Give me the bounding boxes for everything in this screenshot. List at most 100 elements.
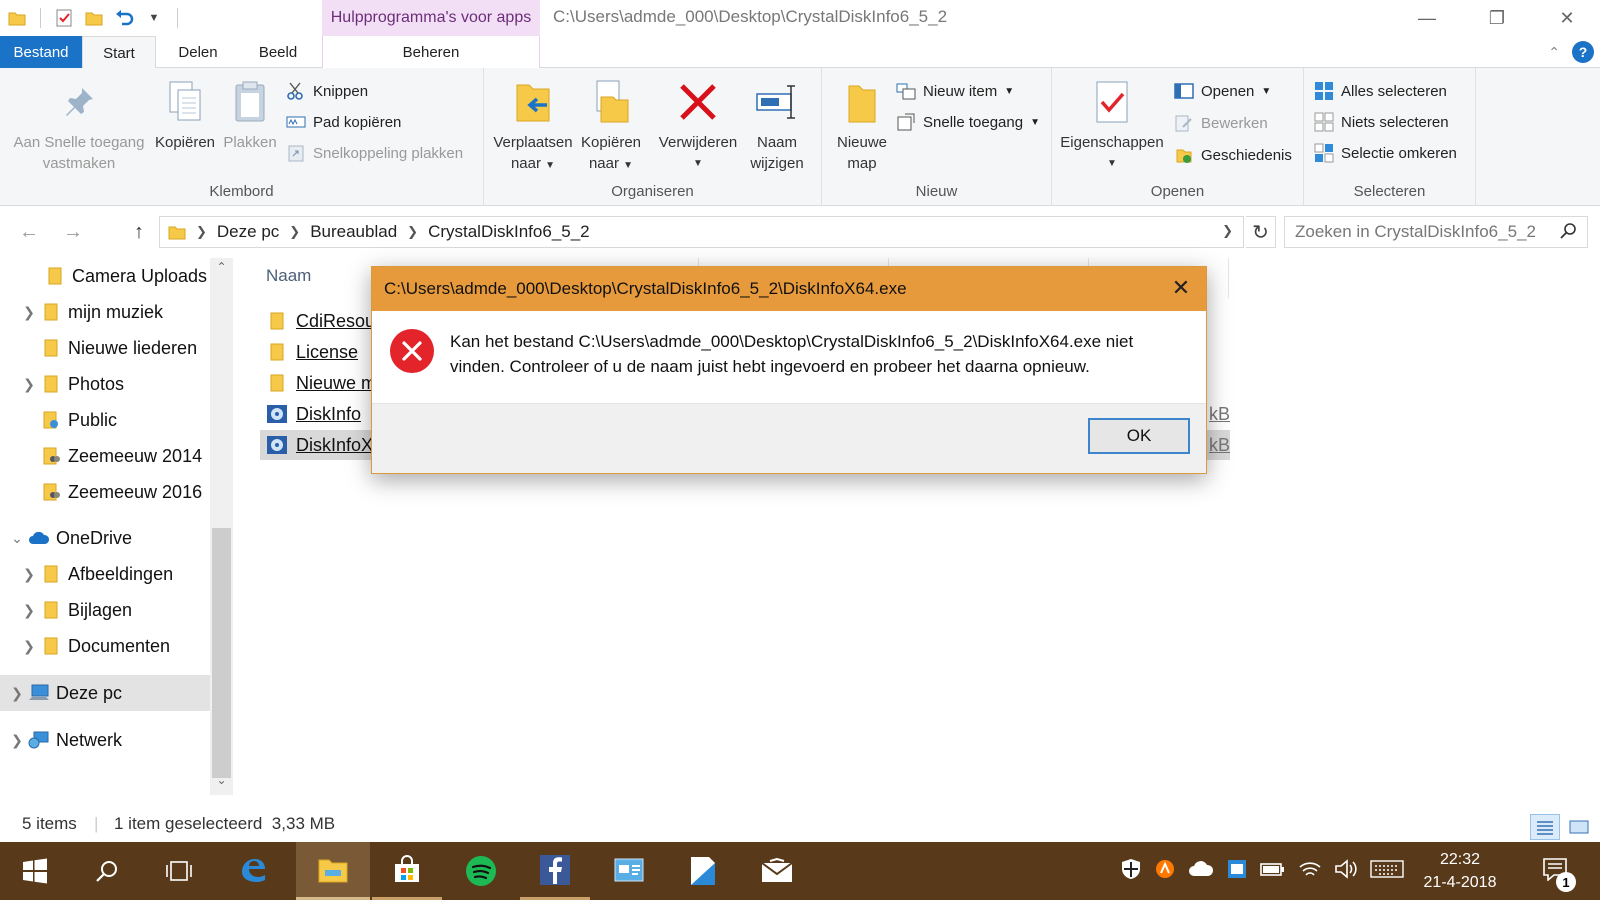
chevron-right-icon[interactable]: ❯ <box>18 638 40 655</box>
store-icon[interactable] <box>372 842 442 900</box>
chevron-down-icon[interactable]: ⌄ <box>210 773 233 793</box>
back-button[interactable]: ← <box>14 218 44 246</box>
breadcrumb-desktop[interactable]: Bureaublad <box>310 222 397 242</box>
clock-time: 22:32 <box>1439 851 1481 868</box>
undo-icon[interactable] <box>111 5 137 31</box>
chevron-down-icon[interactable]: ⌄ <box>6 530 28 547</box>
tree-item-zeemeeuw-2016[interactable]: Zeemeeuw 2016 <box>0 474 210 510</box>
new-folder-icon[interactable] <box>81 5 107 31</box>
tree-item-zeemeeuw-2014[interactable]: Zeemeeuw 2014 <box>0 438 210 474</box>
properties-icon[interactable] <box>51 5 77 31</box>
chevron-up-icon[interactable]: ⌃ <box>210 260 233 280</box>
tree-item-camera-uploads[interactable]: Camera Uploads <box>0 258 210 294</box>
chevron-right-icon[interactable]: ❯ <box>18 566 40 583</box>
delete-button[interactable]: Verwijderen ▼ <box>656 76 740 174</box>
mail-icon[interactable] <box>742 842 812 900</box>
tree-item-this-pc[interactable]: ❯ Deze pc <box>0 675 210 711</box>
breadcrumb-this-pc[interactable]: Deze pc <box>217 222 279 242</box>
chevron-right-icon[interactable]: ❯ <box>6 732 28 749</box>
breadcrumb-folder[interactable]: CrystalDiskInfo6_5_2 <box>428 222 590 242</box>
restore-button[interactable]: ❐ <box>1462 0 1532 36</box>
close-icon[interactable]: ✕ <box>1166 273 1196 303</box>
cut-button[interactable]: Knippen <box>286 78 368 104</box>
chevron-right-icon[interactable]: ❯ <box>18 602 40 619</box>
select-none-button[interactable]: Niets selecteren <box>1314 109 1449 135</box>
refresh-button[interactable]: ↻ <box>1246 216 1276 248</box>
history-button[interactable]: Geschiedenis <box>1174 142 1292 168</box>
open-button[interactable]: Openen ▼ <box>1174 78 1271 104</box>
paste-shortcut-button[interactable]: Snelkoppeling plakken <box>286 140 463 166</box>
rename-button[interactable]: Naam wijzigen <box>736 76 818 174</box>
close-button[interactable]: ✕ <box>1532 0 1600 36</box>
help-icon[interactable]: ? <box>1572 41 1594 63</box>
tree-item-photos[interactable]: ❯ Photos <box>0 366 210 402</box>
action-center-button[interactable]: 1 <box>1530 842 1580 900</box>
paste-button[interactable]: Plakken <box>220 76 280 153</box>
new-item-button[interactable]: Nieuw item ▼ <box>896 78 1014 104</box>
invert-selection-button[interactable]: Selectie omkeren <box>1314 140 1457 166</box>
search-icon[interactable] <box>72 842 142 900</box>
tree-item-public[interactable]: Public <box>0 402 210 438</box>
customize-toolbar-icon[interactable]: ▼ <box>141 5 167 31</box>
new-folder-button[interactable]: Nieuwe map <box>830 76 894 174</box>
up-button[interactable]: ↑ <box>124 218 154 246</box>
tree-item-afbeeldingen[interactable]: ❯ Afbeeldingen <box>0 556 210 592</box>
copy-to-button[interactable]: Kopiëren naar ▼ <box>576 76 646 176</box>
address-bar[interactable]: ❯ Deze pc ❯ Bureaublad ❯ CrystalDiskInfo… <box>159 216 1244 248</box>
edge-browser-icon[interactable] <box>218 842 288 900</box>
tab-view[interactable]: Beeld <box>248 36 308 68</box>
tab-file[interactable]: Bestand <box>0 36 82 68</box>
folder-icon[interactable] <box>4 5 30 31</box>
pin-quick-access-button[interactable]: Aan Snelle toegang vastmaken <box>8 76 150 174</box>
file-name: DiskInfo <box>296 403 362 424</box>
tree-item-nieuwe-liederen[interactable]: Nieuwe liederen <box>0 330 210 366</box>
clock[interactable]: 22:32 21-4-2018 <box>1415 848 1505 894</box>
copy-button[interactable]: Kopiëren <box>150 76 220 153</box>
scrollbar-thumb[interactable] <box>212 528 231 778</box>
chevron-right-icon[interactable]: ❯ <box>18 304 40 321</box>
wifi-icon[interactable] <box>1298 859 1322 884</box>
spotify-icon[interactable] <box>446 842 516 900</box>
app-tray-icon[interactable] <box>1226 858 1248 885</box>
keyboard-icon[interactable] <box>1370 859 1404 884</box>
minimize-button[interactable]: — <box>1392 0 1462 36</box>
rename-icon <box>755 76 799 128</box>
copy-path-button[interactable]: Pad kopiëren <box>286 109 401 135</box>
tab-home[interactable]: Start <box>82 36 156 69</box>
column-header-name[interactable]: Naam <box>266 266 311 286</box>
tab-manage[interactable]: Beheren <box>322 36 540 68</box>
volume-icon[interactable] <box>1334 858 1358 884</box>
chevron-up-icon[interactable]: ⌃ <box>1548 44 1560 61</box>
tree-item-documenten[interactable]: ❯ Documenten <box>0 628 210 664</box>
details-view-icon[interactable] <box>1530 814 1560 840</box>
chevron-down-icon[interactable]: ❯ <box>1222 223 1233 239</box>
start-button[interactable] <box>0 842 70 900</box>
easy-access-button[interactable]: Snelle toegang ▼ <box>896 109 1040 135</box>
control-panel-icon[interactable] <box>594 842 664 900</box>
tree-item-network[interactable]: ❯ Netwerk <box>0 722 210 758</box>
document-app-icon[interactable] <box>668 842 738 900</box>
select-all-button[interactable]: Alles selecteren <box>1314 78 1447 104</box>
move-to-button[interactable]: Verplaatsen naar ▼ <box>492 76 574 176</box>
properties-button[interactable]: Eigenschappen ▼ <box>1058 76 1166 174</box>
tree-item-bijlagen[interactable]: ❯ Bijlagen <box>0 592 210 628</box>
battery-icon[interactable] <box>1260 861 1286 882</box>
forward-button[interactable]: → <box>58 218 88 246</box>
edit-button[interactable]: Bewerken <box>1174 110 1268 136</box>
onedrive-icon[interactable] <box>1188 860 1214 883</box>
tree-item-onedrive[interactable]: ⌄ OneDrive <box>0 520 210 556</box>
task-view-icon[interactable] <box>144 842 214 900</box>
tab-share[interactable]: Delen <box>168 36 228 68</box>
search-input[interactable]: Zoeken in CrystalDiskInfo6_5_2 <box>1284 216 1588 248</box>
file-explorer-icon[interactable] <box>296 842 370 900</box>
chevron-right-icon[interactable]: ❯ <box>18 376 40 393</box>
large-icons-view-icon[interactable] <box>1564 814 1594 840</box>
tree-item-mijn-muziek[interactable]: ❯ mijn muziek <box>0 294 210 330</box>
move-folder-icon <box>511 76 555 128</box>
facebook-icon[interactable] <box>520 842 590 900</box>
ok-button[interactable]: OK <box>1088 418 1190 454</box>
chevron-right-icon[interactable]: ❯ <box>6 685 28 702</box>
defender-shield-icon[interactable] <box>1120 858 1142 885</box>
avast-icon[interactable] <box>1154 858 1176 885</box>
navpane-scrollbar[interactable]: ⌃ ⌄ <box>210 258 233 795</box>
